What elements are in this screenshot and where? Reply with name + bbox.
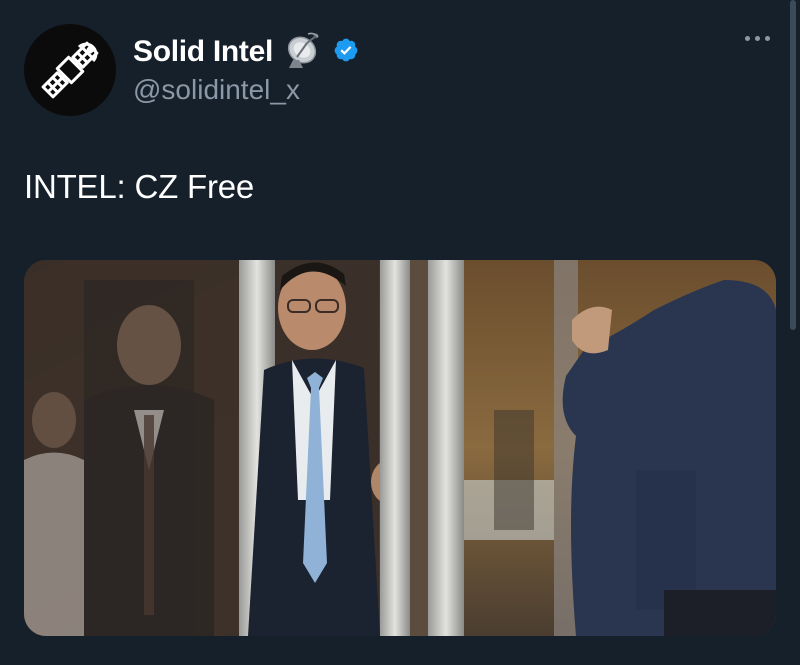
- display-name[interactable]: Solid Intel: [133, 35, 273, 69]
- name-row: Solid Intel: [133, 30, 359, 74]
- user-handle[interactable]: @solidintel_x: [133, 74, 359, 106]
- tweet-header: Solid Intel @solidintel_x: [133, 30, 359, 106]
- tweet-text: INTEL: CZ Free: [24, 168, 255, 205]
- more-dot: [745, 36, 750, 41]
- more-dot: [755, 36, 760, 41]
- photo-illustration: [24, 260, 776, 636]
- scrollbar[interactable]: [790, 0, 796, 330]
- verified-badge-icon: [333, 37, 359, 68]
- tweet-photo[interactable]: [24, 260, 776, 636]
- more-options-icon[interactable]: [745, 36, 770, 41]
- tweet-card: Solid Intel @solidintel_x INTEL: CZ Free: [0, 0, 800, 665]
- profile-avatar[interactable]: [24, 24, 116, 116]
- more-dot: [765, 36, 770, 41]
- satellite-icon: [41, 41, 99, 99]
- satellite-antenna-icon: [283, 30, 323, 75]
